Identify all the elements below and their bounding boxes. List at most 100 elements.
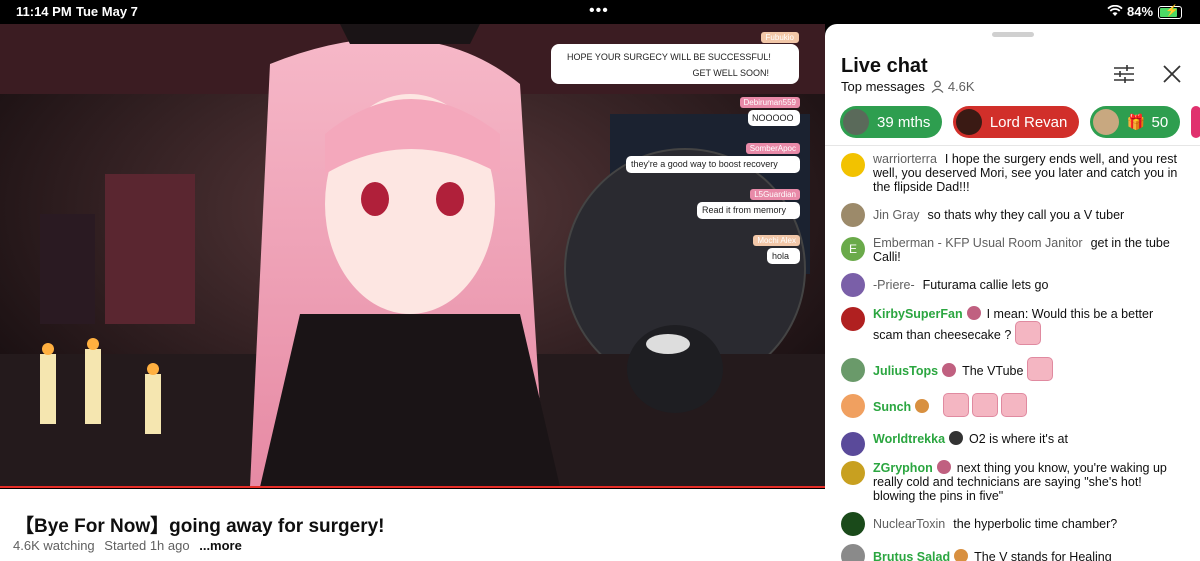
chat-message[interactable]: -Priere- Futurama callie lets go <box>825 273 1200 297</box>
emote-icon <box>1026 357 1053 381</box>
ticker-label: Lord Revan <box>989 113 1068 131</box>
avatar[interactable] <box>841 394 865 418</box>
close-icon <box>1163 65 1181 83</box>
avatar[interactable]: E <box>841 237 865 261</box>
video-info: 【Bye For Now】going away for surgery! 4.6… <box>0 489 825 561</box>
member-badge-icon <box>936 460 951 474</box>
avatar[interactable] <box>841 153 865 177</box>
overlay-chat-user: Debiruman559 <box>739 97 800 108</box>
gift-icon: 🎁 <box>1126 114 1146 131</box>
chat-author[interactable]: KirbySuperFan <box>873 307 963 321</box>
viewer-count-value: 4.6K <box>947 79 975 94</box>
overlay-chat-text: NOOOOO <box>752 113 794 123</box>
overlay-chat-text: they're a good way to boost recovery <box>631 159 778 169</box>
live-chat-panel: Live chat Top messages 4.6K 39 mths Lord… <box>825 24 1200 561</box>
chat-message[interactable]: E Emberman - KFP Usual Room Janitor get i… <box>825 236 1200 264</box>
chat-message[interactable]: warriorterra I hope the surgery ends well… <box>825 152 1200 194</box>
chat-mode-row[interactable]: Top messages 4.6K <box>841 79 975 94</box>
video-progress-bar[interactable] <box>0 486 825 488</box>
chat-message[interactable]: Jin Gray so thats why they call you a V t… <box>825 203 1200 227</box>
chat-text: The V stands for Healing <box>974 550 1112 561</box>
member-badge-icon <box>942 363 957 377</box>
divider <box>825 145 1200 146</box>
chat-author[interactable]: Emberman - KFP Usual Room Janitor <box>873 236 1083 250</box>
overlay-chat-bubble: L5Guardian Read it from memory <box>697 189 800 219</box>
emote-icon <box>1014 321 1041 345</box>
chat-message[interactable]: Sunch <box>825 393 1200 418</box>
overlay-chat-bubble: Fubukio HOPE YOUR SURGECY WILL BE SUCCES… <box>551 32 799 84</box>
ticker-chip[interactable]: 🎁 50 <box>1089 106 1181 138</box>
chat-text: the hyperbolic time chamber? <box>953 517 1118 531</box>
chat-mode-label[interactable]: Top messages <box>841 79 925 94</box>
viewer-count: 4.6K <box>931 79 975 94</box>
chat-message[interactable]: KirbySuperFan I mean: Would this be a bet… <box>825 306 1200 345</box>
overlay-chat-text: Read it from memory <box>702 205 787 215</box>
overlay-chat-user: Fubukio <box>760 32 799 43</box>
ticker-label: 50 <box>1151 113 1169 131</box>
emote-icon <box>1001 393 1028 417</box>
member-badge-icon <box>949 431 964 445</box>
chat-message[interactable]: Worldtrekka O2 is where it's at <box>825 431 1200 456</box>
status-date: Tue May 7 <box>76 4 138 19</box>
member-badge-icon <box>954 549 969 561</box>
more-link[interactable]: ...more <box>199 538 242 553</box>
avatar[interactable] <box>841 307 865 331</box>
chat-text: Futurama callie lets go <box>922 278 1049 292</box>
multitasking-dots-icon[interactable]: ••• <box>589 2 609 20</box>
chat-author[interactable]: Worldtrekka <box>873 432 945 446</box>
emote-icon <box>943 393 970 417</box>
chat-messages: warriorterra I hope the surgery ends well… <box>825 148 1200 561</box>
status-bar: 11:14 PM Tue May 7 ••• 84% ⚡ <box>0 0 1200 24</box>
wifi-icon <box>1107 5 1123 16</box>
chat-text: O2 is where it's at <box>969 432 1068 446</box>
video-meta: 4.6K watching Started 1h ago ...more <box>13 538 242 553</box>
avatar[interactable] <box>841 358 865 382</box>
close-chat-button[interactable] <box>1160 62 1184 86</box>
watching-count: 4.6K watching <box>13 538 95 553</box>
chat-author[interactable]: warriorterra <box>873 152 937 166</box>
chat-settings-button[interactable] <box>1112 62 1136 86</box>
chat-message[interactable]: Brutus Salad The V stands for Healing <box>825 544 1200 561</box>
avatar[interactable] <box>841 512 865 536</box>
avatar[interactable] <box>841 273 865 297</box>
overlay-chat-user: Mochi Alex <box>753 235 800 246</box>
video-title[interactable]: 【Bye For Now】going away for surgery! <box>15 511 385 538</box>
chat-author[interactable]: JuliusTops <box>873 364 938 378</box>
chat-author[interactable]: Jin Gray <box>873 208 920 222</box>
ticker-avatar <box>843 109 869 135</box>
chat-author[interactable]: -Priere- <box>873 278 915 292</box>
avatar[interactable] <box>841 203 865 227</box>
avatar[interactable] <box>841 544 865 561</box>
ticker-avatar <box>955 109 982 135</box>
drag-handle[interactable] <box>992 32 1034 37</box>
chat-text: The VTube <box>962 364 1024 378</box>
ticker-label: 39 mths <box>877 113 931 131</box>
status-time: 11:14 PM <box>16 4 72 19</box>
overlay-chat-text: HOPE YOUR SURGECY WILL BE SUCCESSFUL! <box>567 52 771 62</box>
chat-title: Live chat <box>841 55 928 77</box>
chat-message[interactable]: ZGryphon next thing you know, you're waki… <box>825 460 1200 503</box>
person-icon <box>931 80 944 93</box>
avatar[interactable] <box>841 461 865 485</box>
chat-message[interactable]: JuliusTops The VTube <box>825 357 1200 382</box>
video-player[interactable]: Fubukio HOPE YOUR SURGECY WILL BE SUCCES… <box>0 24 825 487</box>
chat-author[interactable]: Sunch <box>873 400 911 414</box>
chat-author[interactable]: NuclearToxin <box>873 517 945 531</box>
ticker-chip[interactable]: 39 mths <box>840 106 943 138</box>
overlay-chat-text: hola <box>772 251 790 261</box>
member-badge-icon <box>915 399 930 413</box>
chat-text: so thats why they call you a V tuber <box>927 208 1125 222</box>
overlay-chat-bubble: SomberApoc they're a good way to boost r… <box>626 143 800 173</box>
battery-icon: ⚡ <box>1158 5 1182 19</box>
overlay-chat-text: GET WELL SOON! <box>692 68 769 78</box>
video-frame <box>0 24 825 487</box>
chat-author[interactable]: ZGryphon <box>873 461 933 475</box>
ticker-chip[interactable] <box>1190 106 1200 138</box>
battery-percent: 84% <box>1127 4 1154 19</box>
chat-author[interactable]: Brutus Salad <box>873 550 950 561</box>
started-time: Started 1h ago <box>104 538 190 553</box>
ticker-chip[interactable]: Lord Revan <box>952 106 1080 138</box>
sliders-icon <box>1114 65 1134 83</box>
avatar[interactable] <box>841 432 865 456</box>
chat-message[interactable]: NuclearToxin the hyperbolic time chamber? <box>825 512 1200 536</box>
